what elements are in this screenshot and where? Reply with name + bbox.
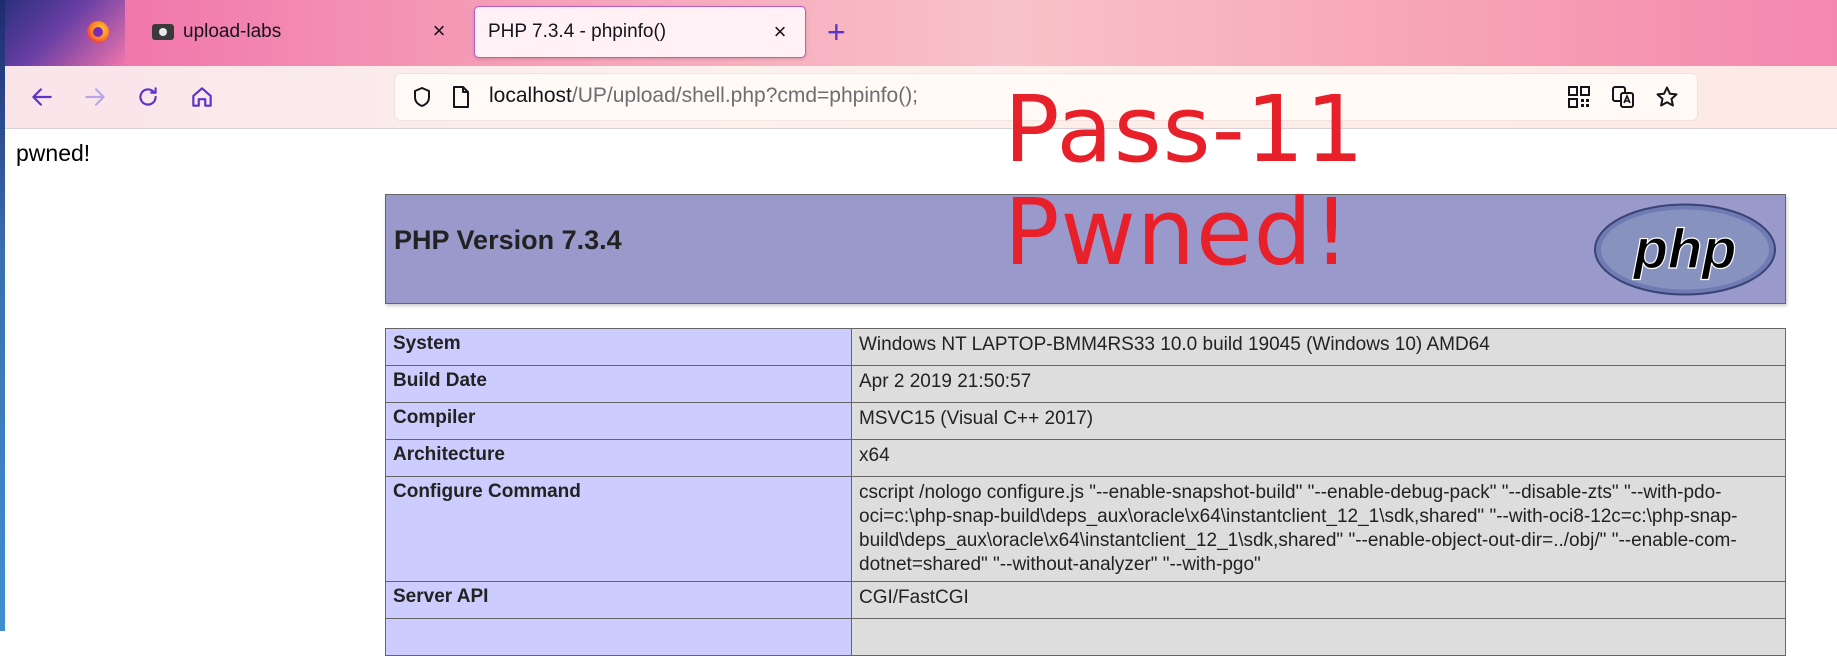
table-row: Server API CGI/FastCGI <box>385 581 1786 619</box>
overlay-pwned-label: Pwned! <box>1004 179 1351 286</box>
phpinfo-table: System Windows NT LAPTOP-BMM4RS33 10.0 b… <box>385 328 1786 656</box>
php-logo-text: php <box>1632 217 1737 280</box>
php-version-title: PHP Version 7.3.4 <box>394 225 622 255</box>
table-row <box>385 618 1786 656</box>
row-value <box>851 618 1786 656</box>
camera-favicon-icon <box>152 24 174 40</box>
row-key: Server API <box>385 581 852 619</box>
tab-upload-labs[interactable]: upload-labs × <box>142 6 464 58</box>
tab-title: upload-labs <box>183 21 282 42</box>
back-button[interactable] <box>25 80 59 114</box>
url-text[interactable]: localhost/UP/upload/shell.php?cmd=phpinf… <box>489 84 918 108</box>
table-row: Compiler MSVC15 (Visual C++ 2017) <box>385 402 1786 440</box>
firefox-icon[interactable] <box>87 21 109 43</box>
home-icon <box>192 87 212 107</box>
table-row: System Windows NT LAPTOP-BMM4RS33 10.0 b… <box>385 328 1786 366</box>
table-row: Configure Command cscript /nologo config… <box>385 476 1786 582</box>
forward-icon <box>85 88 105 106</box>
new-tab-button[interactable]: + <box>827 14 846 50</box>
row-value: MSVC15 (Visual C++ 2017) <box>851 402 1786 440</box>
page-icon[interactable] <box>451 85 471 109</box>
php-logo[interactable]: php <box>1593 202 1777 297</box>
row-value: CGI/FastCGI <box>851 581 1786 619</box>
navigation-toolbar: localhost/UP/upload/shell.php?cmd=phpinf… <box>5 66 1837 129</box>
bookmark-star-icon[interactable] <box>1655 85 1679 109</box>
row-key: Build Date <box>385 365 852 403</box>
forward-button[interactable] <box>78 80 112 114</box>
table-row: Architecture x64 <box>385 439 1786 477</box>
reload-button[interactable] <box>131 80 165 114</box>
url-path: /UP/upload/shell.php?cmd=phpinfo(); <box>571 84 919 107</box>
tab-phpinfo[interactable]: PHP 7.3.4 - phpinfo() × <box>474 6 806 58</box>
qr-code-icon[interactable] <box>1567 85 1591 109</box>
table-row: Build Date Apr 2 2019 21:50:57 <box>385 365 1786 403</box>
row-key <box>385 618 852 656</box>
row-key: Architecture <box>385 439 852 477</box>
url-host: localhost <box>489 84 572 107</box>
row-key: Configure Command <box>385 476 852 582</box>
row-value: cscript /nologo configure.js "--enable-s… <box>851 476 1786 582</box>
shield-icon[interactable] <box>410 85 434 109</box>
row-key: Compiler <box>385 402 852 440</box>
overlay-pass-label: Pass-11 <box>1004 76 1365 183</box>
row-key: System <box>385 328 852 366</box>
close-tab-icon[interactable]: × <box>767 19 793 45</box>
translate-icon[interactable] <box>1611 85 1635 109</box>
tab-bar: upload-labs × PHP 7.3.4 - phpinfo() × + <box>5 0 1837 66</box>
tab-title: PHP 7.3.4 - phpinfo() <box>488 21 667 42</box>
close-tab-icon[interactable]: × <box>426 18 452 44</box>
row-value: Apr 2 2019 21:50:57 <box>851 365 1786 403</box>
row-value: Windows NT LAPTOP-BMM4RS33 10.0 build 19… <box>851 328 1786 366</box>
reload-icon <box>139 87 157 106</box>
back-icon <box>32 88 52 106</box>
home-button[interactable] <box>185 80 219 114</box>
row-value: x64 <box>851 439 1786 477</box>
pwned-output-text: pwned! <box>16 140 91 166</box>
